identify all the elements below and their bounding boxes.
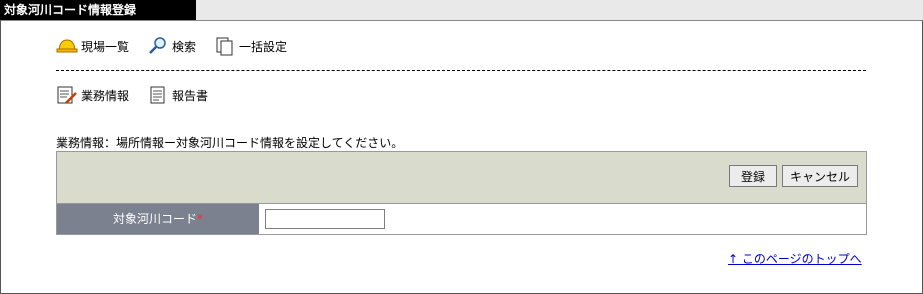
register-button[interactable]: 登録 (729, 165, 777, 187)
site-list-label: 現場一覧 (81, 39, 130, 54)
cancel-button[interactable]: キャンセル (782, 165, 858, 187)
form-container: 登録 キャンセル 対象河川コード* (56, 151, 867, 235)
form-row-river-code: 対象河川コード* (57, 204, 866, 234)
page-title: 対象河川コード情報登録 (0, 0, 196, 20)
river-code-label: 対象河川コード* (57, 204, 259, 234)
secondary-toolbar: 業務情報 報告書 (56, 85, 226, 105)
main-panel: 現場一覧 検索 一括設定 業務情報 報告書 業務情報：場所情報ー対象河川コード情… (0, 20, 923, 294)
documents-icon (214, 36, 236, 56)
primary-toolbar: 現場一覧 検索 一括設定 (56, 36, 305, 56)
business-info-link[interactable]: 業務情報 (56, 85, 129, 105)
report-link[interactable]: 報告書 (147, 85, 208, 105)
instruction-text: 業務情報：場所情報ー対象河川コード情報を設定してください。 (56, 136, 404, 150)
search-link[interactable]: 検索 (147, 36, 196, 56)
bulk-settings-label: 一括設定 (239, 39, 288, 54)
button-bar: 登録 キャンセル (57, 152, 866, 204)
required-mark: * (197, 212, 203, 226)
search-label: 検索 (172, 39, 197, 54)
magnifier-icon (147, 36, 169, 56)
report-icon (147, 85, 169, 105)
bulk-settings-link[interactable]: 一括設定 (214, 36, 287, 56)
river-code-label-text: 対象河川コード (112, 212, 197, 226)
report-label: 報告書 (172, 88, 209, 103)
edit-document-icon (56, 85, 78, 105)
toolbar-divider (56, 70, 866, 71)
river-code-cell (260, 204, 866, 234)
back-to-top-link[interactable]: ↑ このページのトップへ (728, 250, 862, 267)
business-info-label: 業務情報 (81, 88, 130, 103)
river-code-input[interactable] (265, 209, 385, 229)
site-list-link[interactable]: 現場一覧 (56, 36, 129, 56)
hardhat-icon (56, 36, 78, 56)
